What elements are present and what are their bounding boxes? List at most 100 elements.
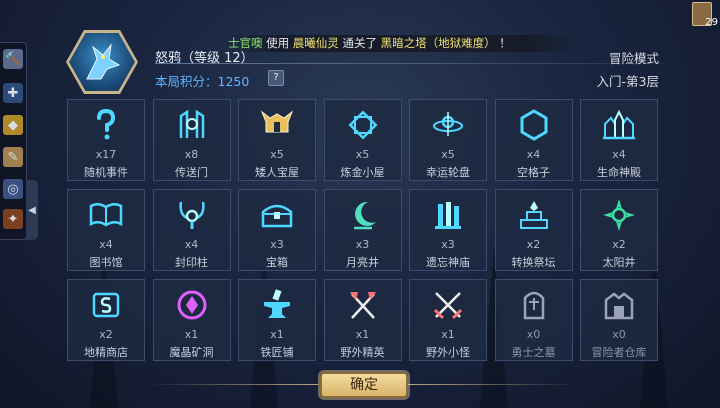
altar-icon: [496, 198, 572, 232]
sun-icon: [581, 198, 657, 232]
map-tile[interactable]: x0 冒险者仓库: [580, 279, 658, 361]
tile-count: x0: [612, 328, 626, 341]
tile-label: 铁匠铺: [260, 346, 294, 359]
map-tile[interactable]: x1 魔晶矿洞: [152, 279, 231, 361]
tile-label: 生命神殿: [597, 166, 641, 179]
map-tile[interactable]: x1 野外小怪: [409, 279, 487, 361]
notice-text: 通关了: [338, 36, 381, 50]
score-help-button[interactable]: ?: [268, 70, 284, 86]
score-label: 本局积分：: [155, 74, 218, 89]
roulette-icon: [410, 108, 486, 142]
tile-count: x4: [184, 238, 199, 251]
crystal-icon: [154, 288, 230, 322]
magnifier-icon[interactable]: ◎: [3, 179, 23, 199]
raven-portrait-icon: [86, 43, 121, 80]
tile-label: 月亮井: [346, 256, 379, 269]
tile-count: x8: [184, 148, 199, 161]
tile-label: 空格子: [517, 166, 550, 179]
question-icon: [68, 108, 144, 142]
tile-label: 野外精英: [340, 346, 385, 359]
warehouse-icon: [581, 288, 657, 322]
map-tile[interactable]: x4 生命神殿: [580, 99, 658, 181]
tile-count: x1: [355, 328, 370, 341]
tile-count: x4: [526, 148, 541, 161]
tile-count: x4: [612, 148, 626, 161]
tile-label: 传送门: [175, 166, 208, 179]
map-tile[interactable]: x2 地精商店: [67, 279, 145, 361]
map-plus-icon[interactable]: ✚: [3, 83, 23, 103]
tile-count: x2: [526, 238, 541, 251]
shop-icon: [68, 288, 144, 322]
floor-indicator: 入门-第3层: [596, 74, 659, 89]
map-tile[interactable]: x17 随机事件: [67, 99, 145, 181]
card-count: 29: [705, 17, 718, 28]
player-name: 怒鸦（等级 12）: [155, 51, 254, 66]
score-display: 本局积分：1250: [155, 71, 249, 90]
map-tile[interactable]: x3 遗忘神庙: [409, 189, 487, 271]
tile-label: 遗忘神庙: [426, 256, 470, 269]
tile-count: x5: [441, 148, 455, 161]
ruins-icon: [410, 198, 486, 232]
game-mode: 冒险模式: [608, 51, 659, 66]
tile-label: 随机事件: [84, 166, 128, 179]
tile-label: 勇士之墓: [511, 346, 556, 359]
tile-label: 转换祭坛: [511, 256, 556, 269]
temple-icon: [581, 108, 657, 142]
map-tile[interactable]: x5 矮人宝屋: [238, 99, 316, 181]
tile-label: 太阳井: [602, 256, 636, 269]
confirm-deco-line: [148, 384, 318, 385]
left-sidebar: 🔨 ✚ ◆ ✎ ◎ ✦: [0, 42, 27, 240]
notice-text: ！: [495, 36, 511, 50]
dwarf-helmet-icon: [239, 108, 315, 142]
map-tile[interactable]: x5 幸运轮盘: [409, 99, 487, 181]
confirm-button[interactable]: 确定: [320, 372, 408, 398]
map-tile[interactable]: x0 勇士之墓: [494, 279, 573, 361]
broadcast-notice: 士官噢 使用 晨曦仙灵 通关了 黑暗之塔（地狱难度） ！: [228, 35, 578, 52]
tile-count: x0: [526, 328, 541, 341]
tile-count: x2: [99, 328, 113, 341]
swords-icon: [410, 288, 486, 322]
gold-icon[interactable]: ◆: [3, 115, 23, 135]
tile-label: 图书馆: [89, 256, 123, 269]
torch-icon[interactable]: ✦: [3, 209, 23, 229]
anvil-icon: [239, 288, 315, 322]
book-icon: [68, 198, 144, 232]
map-tile[interactable]: x2 太阳井: [580, 189, 658, 271]
tile-count: x5: [355, 148, 370, 161]
map-tile[interactable]: x4 图书馆: [67, 189, 145, 271]
score-value: 1250: [217, 74, 250, 89]
tile-count: x3: [270, 238, 284, 251]
tile-count: x3: [355, 238, 370, 251]
tile-count: x1: [270, 328, 284, 341]
scroll-icon[interactable]: ✎: [3, 147, 23, 167]
map-tile[interactable]: x5 炼金小屋: [323, 99, 402, 181]
map-tile[interactable]: x8 传送门: [152, 99, 231, 181]
map-tile[interactable]: x4 封印柱: [152, 189, 231, 271]
moon-icon: [325, 198, 401, 232]
tile-count: x1: [441, 328, 455, 341]
hammer-icon[interactable]: 🔨: [3, 49, 23, 69]
notice-hero: 晨曦仙灵: [292, 36, 339, 50]
chest-icon: [239, 198, 315, 232]
tile-label: 炼金小屋: [340, 166, 385, 179]
sidebar-collapse-arrow[interactable]: ◀: [26, 180, 38, 240]
portal-icon: [154, 108, 230, 142]
map-tile[interactable]: x3 宝箱: [238, 189, 316, 271]
tile-label: 宝箱: [266, 256, 288, 269]
alchemy-icon: [325, 108, 401, 142]
tile-count: x3: [441, 238, 455, 251]
map-tile[interactable]: x3 月亮井: [323, 189, 402, 271]
tile-label: 幸运轮盘: [426, 166, 470, 179]
tile-count: x17: [95, 148, 117, 161]
tile-count: x4: [99, 238, 113, 251]
tile-label: 矮人宝屋: [255, 166, 299, 179]
map-tile[interactable]: x2 转换祭坛: [494, 189, 573, 271]
notice-place: 黑暗之塔（地狱难度）: [380, 36, 496, 50]
tile-label: 地精商店: [84, 346, 128, 359]
empty-hex-icon: [496, 108, 572, 142]
map-tile[interactable]: x1 铁匠铺: [238, 279, 316, 361]
tile-label: 封印柱: [175, 256, 208, 269]
notice-text: 使用: [262, 36, 293, 50]
map-tile[interactable]: x4 空格子: [494, 99, 573, 181]
map-tile[interactable]: x1 野外精英: [323, 279, 402, 361]
